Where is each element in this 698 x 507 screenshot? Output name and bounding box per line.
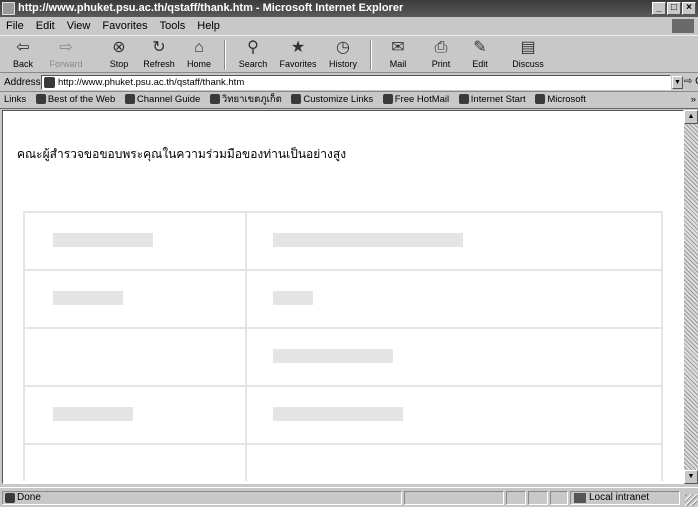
page-icon [382, 94, 393, 105]
page-icon [124, 94, 135, 105]
menu-file[interactable]: File [0, 18, 30, 34]
mail-icon: ✉ [391, 39, 405, 56]
window-title: http://www.phuket.psu.ac.th/qstaff/thank… [18, 2, 404, 14]
favorites-icon: ★ [290, 39, 306, 56]
zone-label: Local intranet [589, 492, 650, 503]
menu-edit[interactable]: Edit [30, 18, 61, 34]
menu-help[interactable]: Help [191, 18, 226, 34]
back-arrow-icon: ⇦ [16, 39, 30, 56]
history-icon: ◷ [336, 39, 350, 56]
status-bar: Done Local intranet [0, 487, 698, 507]
discuss-button[interactable]: ▤ Discuss [506, 38, 550, 72]
link-free-hotmail[interactable]: Free HotMail [382, 92, 449, 108]
status-pane [528, 491, 548, 505]
page-icon [5, 493, 15, 503]
title-bar[interactable]: http://www.phuket.psu.ac.th/qstaff/thank… [0, 0, 698, 17]
forward-button[interactable]: ⇨ Forward [44, 38, 88, 72]
thank-you-message: คณะผู้สำรวจขอขอบพระคุณในความร่วมมือของท่… [17, 147, 347, 161]
minimize-button[interactable]: _ [652, 2, 666, 15]
edit-button[interactable]: ✎ Edit [464, 38, 496, 72]
link-best-of-the-web[interactable]: Best of the Web [35, 92, 115, 108]
link-channel-guide[interactable]: Channel Guide [124, 92, 200, 108]
page-icon [35, 94, 46, 105]
scroll-down-button[interactable]: ▼ [684, 470, 698, 484]
page-icon [291, 94, 302, 105]
link-customize-links[interactable]: Customize Links [291, 92, 373, 108]
windows-logo-icon [672, 19, 694, 33]
standard-toolbar: ⇦ Back ⇨ Forward ⊗ Stop ↻ Refresh ⌂ Home… [0, 35, 698, 73]
search-button[interactable]: ⚲ Search [234, 38, 272, 72]
toolbar-separator [370, 40, 372, 70]
browser-window: http://www.phuket.psu.ac.th/qstaff/thank… [0, 0, 698, 507]
refresh-icon: ↻ [152, 39, 166, 56]
link-internet-start[interactable]: Internet Start [458, 92, 526, 108]
status-pane [404, 491, 504, 505]
window-controls: _ □ × [652, 2, 696, 15]
vertical-scrollbar[interactable]: ▲ ▼ [684, 110, 698, 484]
menu-view[interactable]: View [61, 18, 97, 34]
edit-icon: ✎ [473, 39, 487, 56]
status-text-pane: Done [2, 491, 402, 505]
stop-button[interactable]: ⊗ Stop [104, 38, 134, 72]
stop-icon: ⊗ [112, 39, 126, 56]
address-dropdown-button[interactable]: ▼ [672, 76, 683, 89]
print-button[interactable]: ⎙ Print [424, 38, 458, 72]
go-button[interactable]: ⇨ Go [684, 76, 698, 87]
page-content: คณะผู้สำรวจขอขอบพระคุณในความร่วมมือของท่… [2, 110, 684, 484]
refresh-button[interactable]: ↻ Refresh [140, 38, 178, 72]
toolbar-separator [224, 40, 226, 70]
address-bar: Address http://www.phuket.psu.ac.th/qsta… [0, 74, 698, 92]
menu-favorites[interactable]: Favorites [96, 18, 153, 34]
mail-button[interactable]: ✉ Mail [380, 38, 416, 72]
menu-bar: File Edit View Favorites Tools Help [0, 18, 698, 34]
address-input[interactable]: http://www.phuket.psu.ac.th/qstaff/thank… [41, 75, 671, 90]
resize-grip[interactable] [685, 494, 697, 506]
status-pane [506, 491, 526, 505]
favorites-button[interactable]: ★ Favorites [276, 38, 320, 72]
printer-icon: ⎙ [434, 39, 448, 56]
page-icon [458, 94, 469, 105]
history-button[interactable]: ◷ History [324, 38, 362, 72]
page-icon [535, 94, 546, 105]
status-pane [550, 491, 568, 505]
ie-app-icon[interactable] [2, 2, 15, 15]
maximize-button[interactable]: □ [667, 2, 681, 15]
back-button[interactable]: ⇦ Back [6, 38, 40, 72]
intranet-zone-icon [574, 493, 586, 503]
address-value: http://www.phuket.psu.ac.th/qstaff/thank… [58, 77, 245, 88]
address-label: Address [4, 77, 41, 88]
home-icon: ⌂ [194, 39, 204, 56]
discuss-icon: ▤ [520, 39, 536, 56]
forward-arrow-icon: ⇨ [59, 39, 73, 56]
home-button[interactable]: ⌂ Home [182, 38, 216, 72]
status-text: Done [17, 492, 41, 503]
link-microsoft[interactable]: Microsoft [535, 92, 586, 108]
links-more-button[interactable]: » [691, 92, 696, 108]
scroll-up-button[interactable]: ▲ [684, 110, 698, 124]
page-icon [209, 94, 220, 105]
menu-tools[interactable]: Tools [154, 18, 192, 34]
page-icon [44, 77, 55, 88]
scan-bleed-through [23, 211, 663, 481]
security-zone: Local intranet [570, 491, 680, 505]
close-button[interactable]: × [682, 2, 696, 15]
link-phuket-campus[interactable]: วิทยาเขตภูเก็ต [209, 92, 282, 108]
go-arrow-icon: ⇨ [684, 76, 693, 87]
links-label: Links [4, 94, 27, 105]
links-bar: Links Best of the Web Channel Guide วิทย… [0, 92, 698, 109]
search-icon: ⚲ [247, 39, 259, 56]
